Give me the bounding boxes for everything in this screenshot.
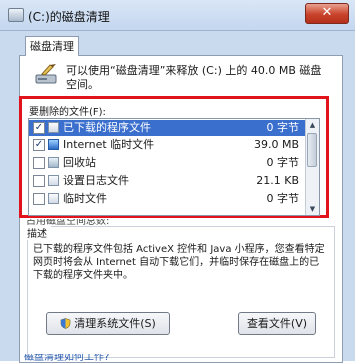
list-item[interactable]: ✓ Internet 临时文件 39.0 MB [29,137,305,153]
checkbox[interactable] [33,175,45,187]
uac-shield-icon [60,318,71,329]
disk-cleanup-icon [35,64,57,84]
description-caption: 描述 [27,225,51,240]
item-name: 已下载的程序文件 [63,121,151,134]
description-group: 描述 已下载的程序文件包括 ActiveX 控件和 Java 小程序，您查看特定… [27,225,335,358]
list-item[interactable]: 设置日志文件 21.1 KB [29,173,305,189]
internet-explorer-icon [48,139,59,150]
item-size: 0 字节 [266,192,300,205]
disk-cleanup-window-icon [8,8,24,22]
item-name: 设置日志文件 [63,174,129,187]
list-item[interactable]: ✓ 已下载的程序文件 0 字节 [29,120,305,136]
item-size: 0 字节 [266,121,300,134]
list-item[interactable]: 回收站 0 字节 [29,155,305,171]
checkbox[interactable] [33,193,45,205]
item-name: 回收站 [63,156,96,169]
folder-icon [48,122,59,133]
item-size: 39.0 MB [253,138,299,151]
window-title: (C:)的磁盘清理 [28,10,110,24]
how-cleanup-works-link[interactable]: 磁盘清理如何工作? [24,354,109,361]
files-to-delete-label: 要删除的文件(F): [29,107,106,118]
clean-system-files-button[interactable]: 清理系统文件(S) [46,312,170,335]
checkbox[interactable]: ✓ [33,139,45,151]
file-icon [48,193,59,204]
scroll-up-arrow-icon[interactable]: ▲ [306,119,319,131]
checkbox[interactable]: ✓ [33,122,45,134]
view-files-button[interactable]: 查看文件(V) [238,312,316,335]
window-body: 磁盘清理 可以使用“磁盘清理”来释放 (C:) 上的 40.0 MB 磁盘空间。… [0,31,355,363]
scroll-thumb[interactable] [307,133,317,167]
close-button[interactable]: ✕ [305,3,349,24]
clean-system-files-label: 清理系统文件(S) [74,317,156,330]
recycle-bin-icon [48,157,59,168]
item-size: 0 字节 [266,156,300,169]
tab-disk-cleanup[interactable]: 磁盘清理 [25,36,79,56]
list-item[interactable]: 临时文件 0 字节 [29,191,305,207]
title-bar: (C:)的磁盘清理 ✕ [0,0,355,31]
item-size: 21.1 KB [256,174,299,187]
item-name: 临时文件 [63,192,107,205]
checkbox[interactable] [33,157,45,169]
tab-panel: 可以使用“磁盘清理”来释放 (C:) 上的 40.0 MB 磁盘空间。 要删除的… [19,55,343,363]
summary-text: 可以使用“磁盘清理”来释放 (C:) 上的 40.0 MB 磁盘空间。 [66,64,322,91]
files-to-delete-list[interactable]: ✓ 已下载的程序文件 0 字节 ✓ Internet 临时文件 39.0 MB … [28,118,320,216]
highlight-frame: 要删除的文件(F): ✓ 已下载的程序文件 0 字节 ✓ Internet 临时… [19,96,329,218]
list-scrollbar[interactable]: ▲ ▼ [305,119,319,215]
item-name: Internet 临时文件 [63,138,155,151]
file-icon [48,175,59,186]
scroll-down-arrow-icon[interactable]: ▼ [306,203,319,215]
description-text: 已下载的程序文件包括 ActiveX 控件和 Java 小程序，您查看特定网页时… [33,244,325,281]
